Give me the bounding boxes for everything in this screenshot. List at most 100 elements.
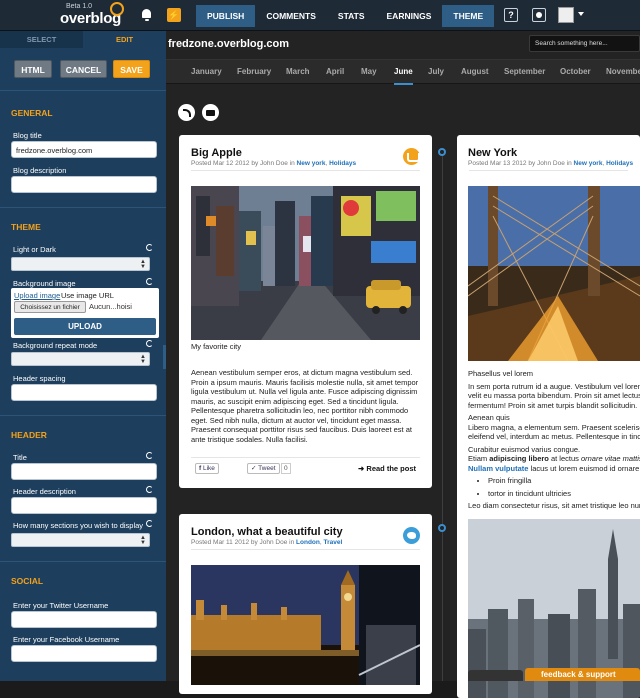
italic-text: ornare vitae mattis xyxy=(580,454,640,463)
tweet-button[interactable]: ✓ Tweet xyxy=(247,463,280,474)
tag-separator: , xyxy=(319,539,322,546)
month-november[interactable]: November xyxy=(606,60,640,85)
cancel-button[interactable]: CANCEL xyxy=(60,60,107,78)
header-description-field[interactable] xyxy=(11,497,157,514)
blog-title[interactable]: fredzone.overblog.com xyxy=(168,38,289,50)
tag-link[interactable]: Travel xyxy=(324,539,343,546)
post-card[interactable]: Big Apple Posted Mar 12 2012 by John Doe… xyxy=(179,135,432,488)
month-april[interactable]: April xyxy=(326,60,344,85)
month-february[interactable]: February xyxy=(237,60,271,85)
twitter-username-field[interactable] xyxy=(11,611,157,628)
timeline-line xyxy=(442,149,443,681)
arrow-icon: ➜ xyxy=(358,464,365,473)
tag-link[interactable]: Holidays xyxy=(606,160,633,167)
top-bar: Beta 1.0 overblog ⚡ PUBLISH COMMENTS STA… xyxy=(0,0,640,31)
repeat-mode-select[interactable]: ▲ ▼ xyxy=(11,352,150,366)
paragraph-line: Leo diam consectetur risus, sit amet tri… xyxy=(468,501,640,510)
month-october[interactable]: October xyxy=(560,60,591,85)
paragraph-line: In sem porta rutrum id a augue. Vestibul… xyxy=(468,381,640,391)
tweet-count: 0 xyxy=(281,463,291,474)
twitter-bird-icon xyxy=(403,527,420,544)
month-september[interactable]: September xyxy=(504,60,545,85)
blog-description-label: Blog description xyxy=(13,166,67,175)
tag-link[interactable]: London xyxy=(296,539,320,546)
tag-link[interactable]: Holidays xyxy=(329,160,356,167)
use-image-url-link[interactable]: Use image URL xyxy=(61,291,114,300)
text: Etiam xyxy=(468,454,490,463)
choose-file-button[interactable]: Choisissez un fichier xyxy=(14,301,86,313)
tab-edit[interactable]: EDIT xyxy=(83,31,166,48)
post-title[interactable]: London, what a beautiful city xyxy=(191,526,343,538)
tag-link[interactable]: New york xyxy=(297,160,326,167)
reset-icon[interactable] xyxy=(146,452,153,459)
month-march[interactable]: March xyxy=(286,60,310,85)
month-navigation: January February March April May June Ju… xyxy=(166,59,640,85)
post-title[interactable]: New York xyxy=(468,147,517,159)
tag-link[interactable]: New york xyxy=(574,160,603,167)
nav-publish[interactable]: PUBLISH xyxy=(196,5,256,27)
footer-tab[interactable] xyxy=(468,670,523,681)
blog-title-field[interactable]: fredzone.overblog.com xyxy=(11,141,157,158)
background-image-uploader: Upload image Use image URL Choisissez un… xyxy=(11,288,159,338)
divider xyxy=(191,549,420,550)
sections-count-label: How many sections you wish to display xyxy=(13,521,144,530)
inline-link[interactable]: Nullam vulputate xyxy=(468,464,528,473)
help-icon[interactable]: ? xyxy=(504,8,518,22)
background-image-label: Background image xyxy=(13,279,76,288)
month-june[interactable]: June xyxy=(394,60,413,85)
sidebar-tabs: SELECT EDIT xyxy=(0,31,166,48)
upload-button[interactable]: UPLOAD xyxy=(14,318,156,335)
facebook-like-button[interactable]: f Like xyxy=(195,463,219,474)
post-card[interactable]: London, what a beautiful city Posted Mar… xyxy=(179,514,432,694)
nav-earnings[interactable]: EARNINGS xyxy=(376,5,443,27)
search-input[interactable]: Search something here... xyxy=(529,35,640,52)
reset-icon[interactable] xyxy=(146,244,153,251)
reset-icon[interactable] xyxy=(146,486,153,493)
reset-icon[interactable] xyxy=(146,520,153,527)
tag-separator: , xyxy=(602,160,605,167)
chevron-down-icon[interactable] xyxy=(578,12,584,16)
post-image[interactable] xyxy=(191,565,420,685)
paragraph-line: Etiam adipiscing libero at lectus ornare… xyxy=(468,454,640,464)
html-button[interactable]: HTML xyxy=(14,60,52,78)
post-card[interactable]: New York Posted Mar 13 2012 by John Doe … xyxy=(457,135,640,698)
avatar[interactable] xyxy=(558,7,574,23)
reset-icon[interactable] xyxy=(146,340,153,347)
section-theme-title: THEME xyxy=(11,222,41,232)
post-image[interactable] xyxy=(468,186,640,361)
mail-icon[interactable] xyxy=(202,104,219,121)
post-excerpt: Aenean vestibulum semper eros, at dictum… xyxy=(191,368,419,444)
divider xyxy=(469,170,628,171)
upload-image-link[interactable]: Upload image xyxy=(14,291,60,300)
bold-text: adipiscing libero xyxy=(489,454,549,463)
bell-icon[interactable] xyxy=(140,8,154,22)
month-august[interactable]: August xyxy=(461,60,489,85)
month-july[interactable]: July xyxy=(428,60,444,85)
header-spacing-field[interactable] xyxy=(11,384,157,401)
swirl-icon xyxy=(110,2,124,16)
nav-comments[interactable]: COMMENTS xyxy=(255,5,327,27)
header-title-field[interactable] xyxy=(11,463,157,480)
post-title[interactable]: Big Apple xyxy=(191,147,242,159)
blog-title-label: Blog title xyxy=(13,131,42,140)
settings-icon[interactable] xyxy=(532,8,546,22)
post-content: Phasellus vel lorem In sem porta rutrum … xyxy=(468,369,640,511)
share-bar: f Like ✓ Tweet 0 ➜ Read the post xyxy=(191,457,420,477)
feedback-support-button[interactable]: feedback & support xyxy=(525,668,640,681)
read-post-link[interactable]: ➜ Read the post xyxy=(358,464,416,473)
save-button[interactable]: SAVE xyxy=(113,60,150,78)
facebook-username-field[interactable] xyxy=(11,645,157,662)
bolt-icon[interactable]: ⚡ xyxy=(167,8,181,22)
month-january[interactable]: January xyxy=(191,60,222,85)
sections-count-select[interactable]: ▲ ▼ xyxy=(11,533,150,547)
blog-description-field[interactable] xyxy=(11,176,157,193)
reset-icon[interactable] xyxy=(146,278,153,285)
rss-icon[interactable] xyxy=(178,104,195,121)
light-dark-select[interactable]: ▲ ▼ xyxy=(11,257,150,271)
nav-theme[interactable]: THEME xyxy=(442,5,495,27)
month-may[interactable]: May xyxy=(361,60,377,85)
twitter-username-label: Enter your Twitter Username xyxy=(13,601,109,610)
nav-stats[interactable]: STATS xyxy=(327,5,376,27)
post-image[interactable] xyxy=(191,186,420,340)
tab-select[interactable]: SELECT xyxy=(0,31,83,48)
